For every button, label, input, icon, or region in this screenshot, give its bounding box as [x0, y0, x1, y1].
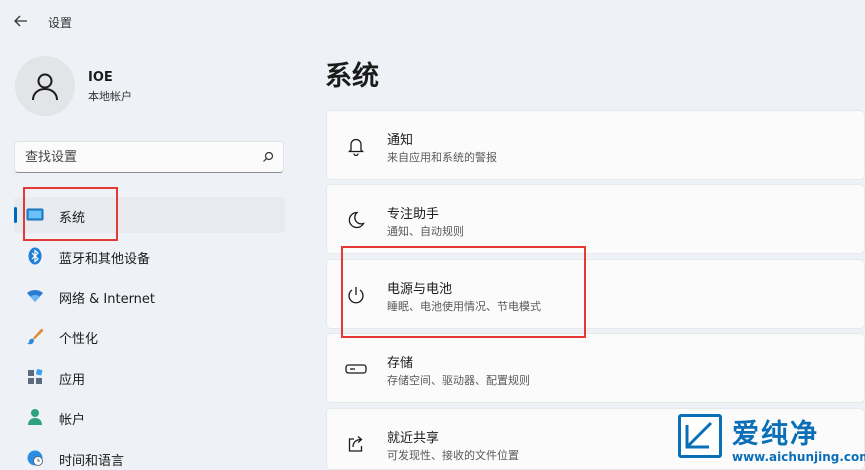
- account-type: 本地帐户: [88, 90, 132, 103]
- card-notifications[interactable]: 通知 来自应用和系统的警报: [326, 110, 865, 180]
- avatar[interactable]: [15, 56, 75, 116]
- card-subtitle: 睡眠、电池使用情况、节电模式: [387, 300, 541, 313]
- search-box[interactable]: [14, 141, 284, 173]
- sidebar-item-network[interactable]: 网络 & Internet: [14, 278, 285, 314]
- display-icon: [26, 206, 44, 224]
- card-title: 存储: [387, 356, 414, 371]
- share-icon: [345, 433, 367, 455]
- card-title: 专注助手: [387, 207, 440, 222]
- sidebar-item-bluetooth[interactable]: 蓝牙和其他设备: [14, 238, 285, 274]
- bluetooth-icon: [26, 247, 44, 265]
- back-arrow-icon: [14, 15, 27, 27]
- power-icon: [345, 284, 367, 306]
- search-input[interactable]: [25, 149, 253, 165]
- window-title: 设置: [48, 16, 73, 30]
- sidebar-item-label: 系统: [59, 211, 86, 226]
- sidebar-item-label: 个性化: [59, 332, 99, 347]
- card-subtitle: 可发现性、接收的文件位置: [387, 449, 519, 462]
- sidebar-item-personalization[interactable]: 个性化: [14, 318, 285, 354]
- sidebar-item-accounts[interactable]: 帐户: [14, 399, 285, 435]
- sidebar-item-system[interactable]: 系统: [14, 197, 285, 233]
- card-title: 就近共享: [387, 431, 440, 446]
- watermark-logo-icon: [678, 414, 722, 458]
- apps-icon: [26, 368, 44, 386]
- sidebar-item-label: 网络 & Internet: [59, 292, 156, 307]
- title-bar: 设置: [0, 0, 865, 42]
- card-title: 电源与电池: [387, 282, 453, 297]
- wifi-icon: [26, 287, 44, 305]
- watermark: 爱纯净 www.aichunjing.com: [672, 410, 865, 470]
- sidebar-item-label: 时间和语言: [59, 454, 125, 469]
- back-button[interactable]: [10, 11, 32, 31]
- card-focus-assist[interactable]: 专注助手 通知、自动规则: [326, 184, 865, 254]
- card-subtitle: 通知、自动规则: [387, 225, 464, 238]
- card-storage[interactable]: 存储 存储空间、驱动器、配置规则: [326, 333, 865, 403]
- watermark-url: www.aichunjing.com: [732, 450, 865, 464]
- card-subtitle: 来自应用和系统的警报: [387, 151, 497, 164]
- card-title: 通知: [387, 133, 414, 148]
- storage-icon: [345, 358, 367, 380]
- sidebar-item-time-language[interactable]: 时间和语言: [14, 440, 285, 470]
- search-icon[interactable]: [253, 151, 283, 163]
- page-title: 系统: [325, 61, 379, 92]
- sidebar-item-label: 应用: [59, 373, 86, 388]
- account-icon: [26, 408, 44, 426]
- globe-clock-icon: [26, 449, 44, 467]
- user-icon: [32, 73, 58, 101]
- bell-icon: [345, 135, 367, 157]
- sidebar-item-label: 蓝牙和其他设备: [59, 252, 151, 267]
- watermark-brand: 爱纯净: [732, 419, 819, 450]
- account-name: IOE: [88, 70, 113, 85]
- active-indicator: [14, 207, 17, 223]
- card-power-battery[interactable]: 电源与电池 睡眠、电池使用情况、节电模式: [326, 259, 865, 329]
- sidebar-item-apps[interactable]: 应用: [14, 359, 285, 395]
- moon-icon: [345, 209, 367, 231]
- sidebar-item-label: 帐户: [59, 413, 86, 428]
- brush-icon: [26, 327, 44, 345]
- card-subtitle: 存储空间、驱动器、配置规则: [387, 374, 530, 387]
